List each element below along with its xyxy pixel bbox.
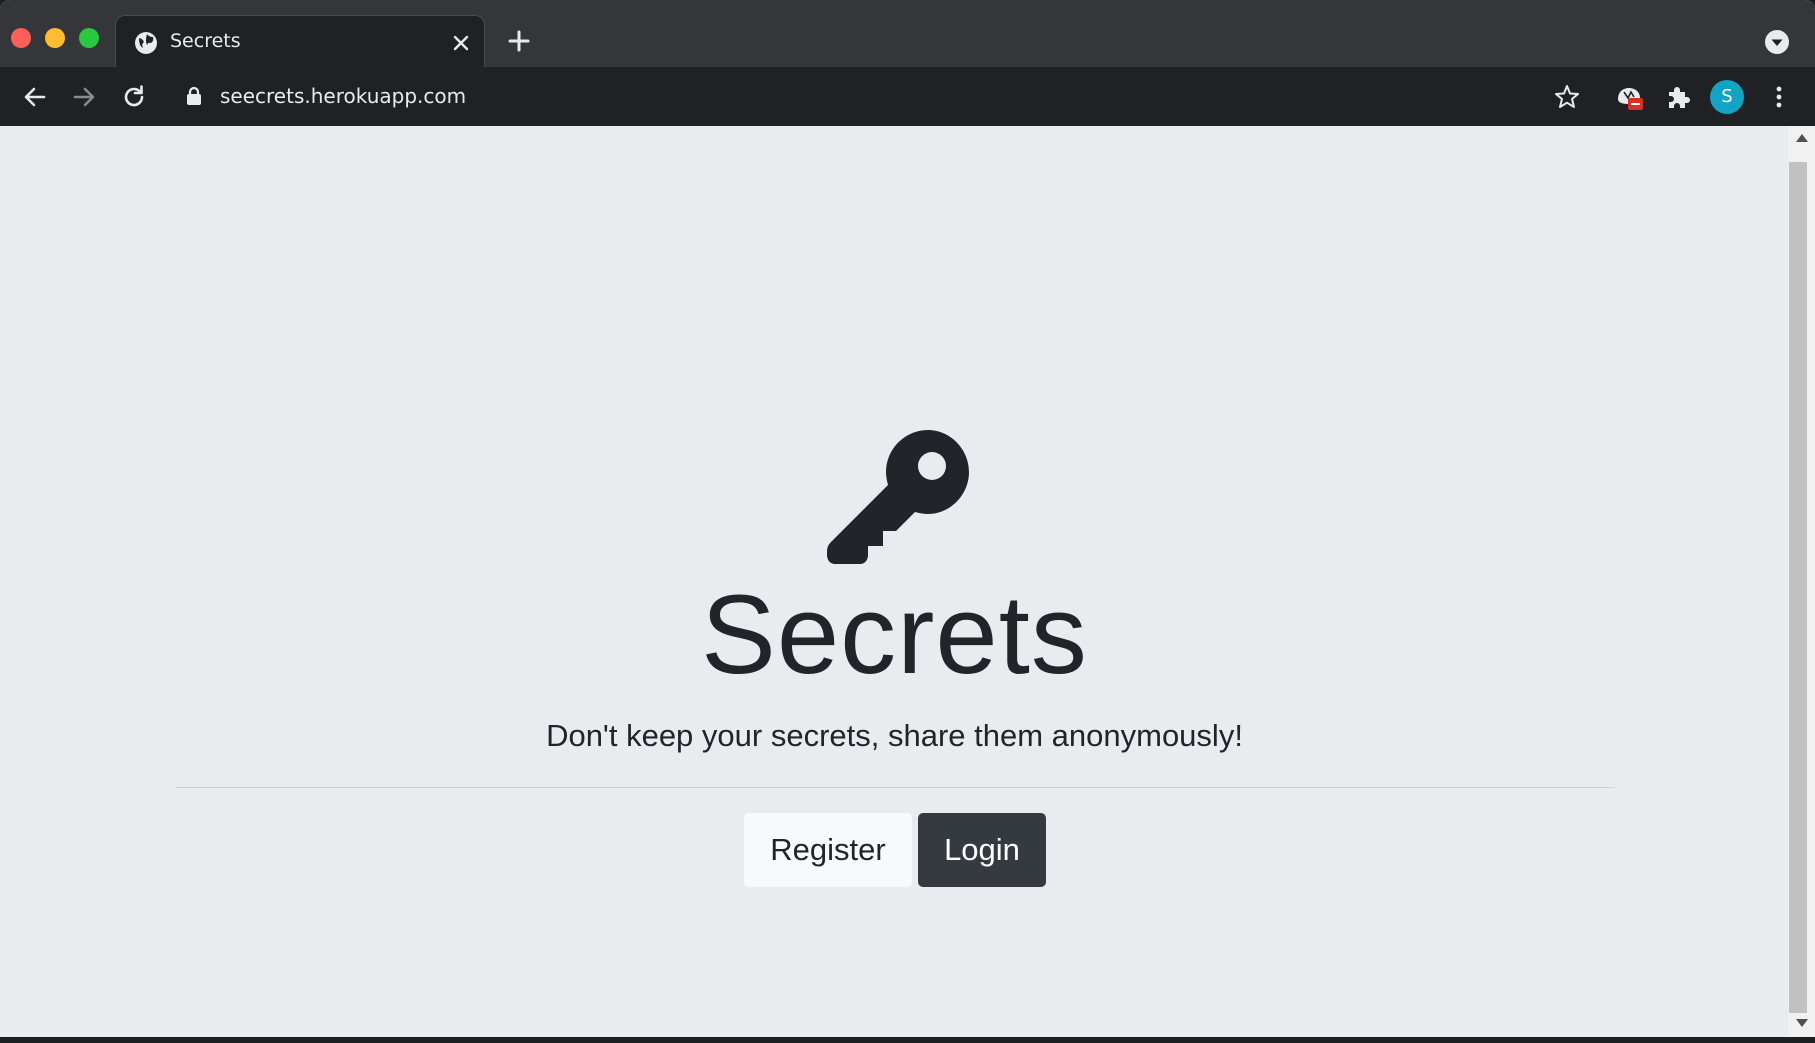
minimize-window-button[interactable] — [45, 28, 65, 48]
tab-title: Secrets — [170, 30, 241, 52]
scroll-down-arrow-icon[interactable] — [1796, 1019, 1808, 1027]
browser-window: Secrets seecrets.herokuapp.com S Secrets… — [0, 0, 1815, 1037]
browser-toolbar: seecrets.herokuapp.com S — [0, 67, 1815, 126]
forward-arrow-icon[interactable] — [69, 82, 99, 112]
register-button[interactable]: Register — [744, 813, 912, 887]
address-bar[interactable]: seecrets.herokuapp.com — [180, 72, 1580, 120]
kebab-menu-icon[interactable] — [1764, 82, 1794, 112]
login-button[interactable]: Login — [918, 813, 1046, 887]
url-text[interactable]: seecrets.herokuapp.com — [220, 84, 466, 108]
extension-blocker-icon[interactable] — [1614, 82, 1644, 112]
maximize-window-button[interactable] — [79, 28, 99, 48]
profile-avatar[interactable]: S — [1710, 80, 1744, 114]
globe-icon — [135, 32, 157, 54]
scroll-thumb[interactable] — [1789, 162, 1807, 1013]
back-arrow-icon[interactable] — [20, 82, 50, 112]
tab-search-icon[interactable] — [1764, 29, 1790, 55]
reload-icon[interactable] — [119, 82, 149, 112]
hero-tagline: Don't keep your secrets, share them anon… — [546, 718, 1243, 753]
divider — [176, 787, 1615, 788]
tab-secrets[interactable]: Secrets — [115, 15, 485, 67]
lock-icon[interactable] — [185, 86, 203, 106]
close-window-button[interactable] — [11, 28, 31, 48]
key-icon — [827, 430, 969, 564]
new-tab-icon[interactable] — [505, 27, 533, 55]
page-content: Secrets Don't keep your secrets, share t… — [1, 126, 1788, 1037]
bookmark-star-icon[interactable] — [1552, 82, 1582, 112]
tab-strip: Secrets — [0, 0, 1815, 67]
scroll-up-arrow-icon[interactable] — [1796, 134, 1808, 142]
extensions-puzzle-icon[interactable] — [1663, 82, 1693, 112]
hero-title: Secrets — [701, 572, 1088, 697]
close-tab-icon[interactable] — [450, 32, 472, 54]
vertical-scrollbar[interactable] — [1788, 126, 1815, 1037]
